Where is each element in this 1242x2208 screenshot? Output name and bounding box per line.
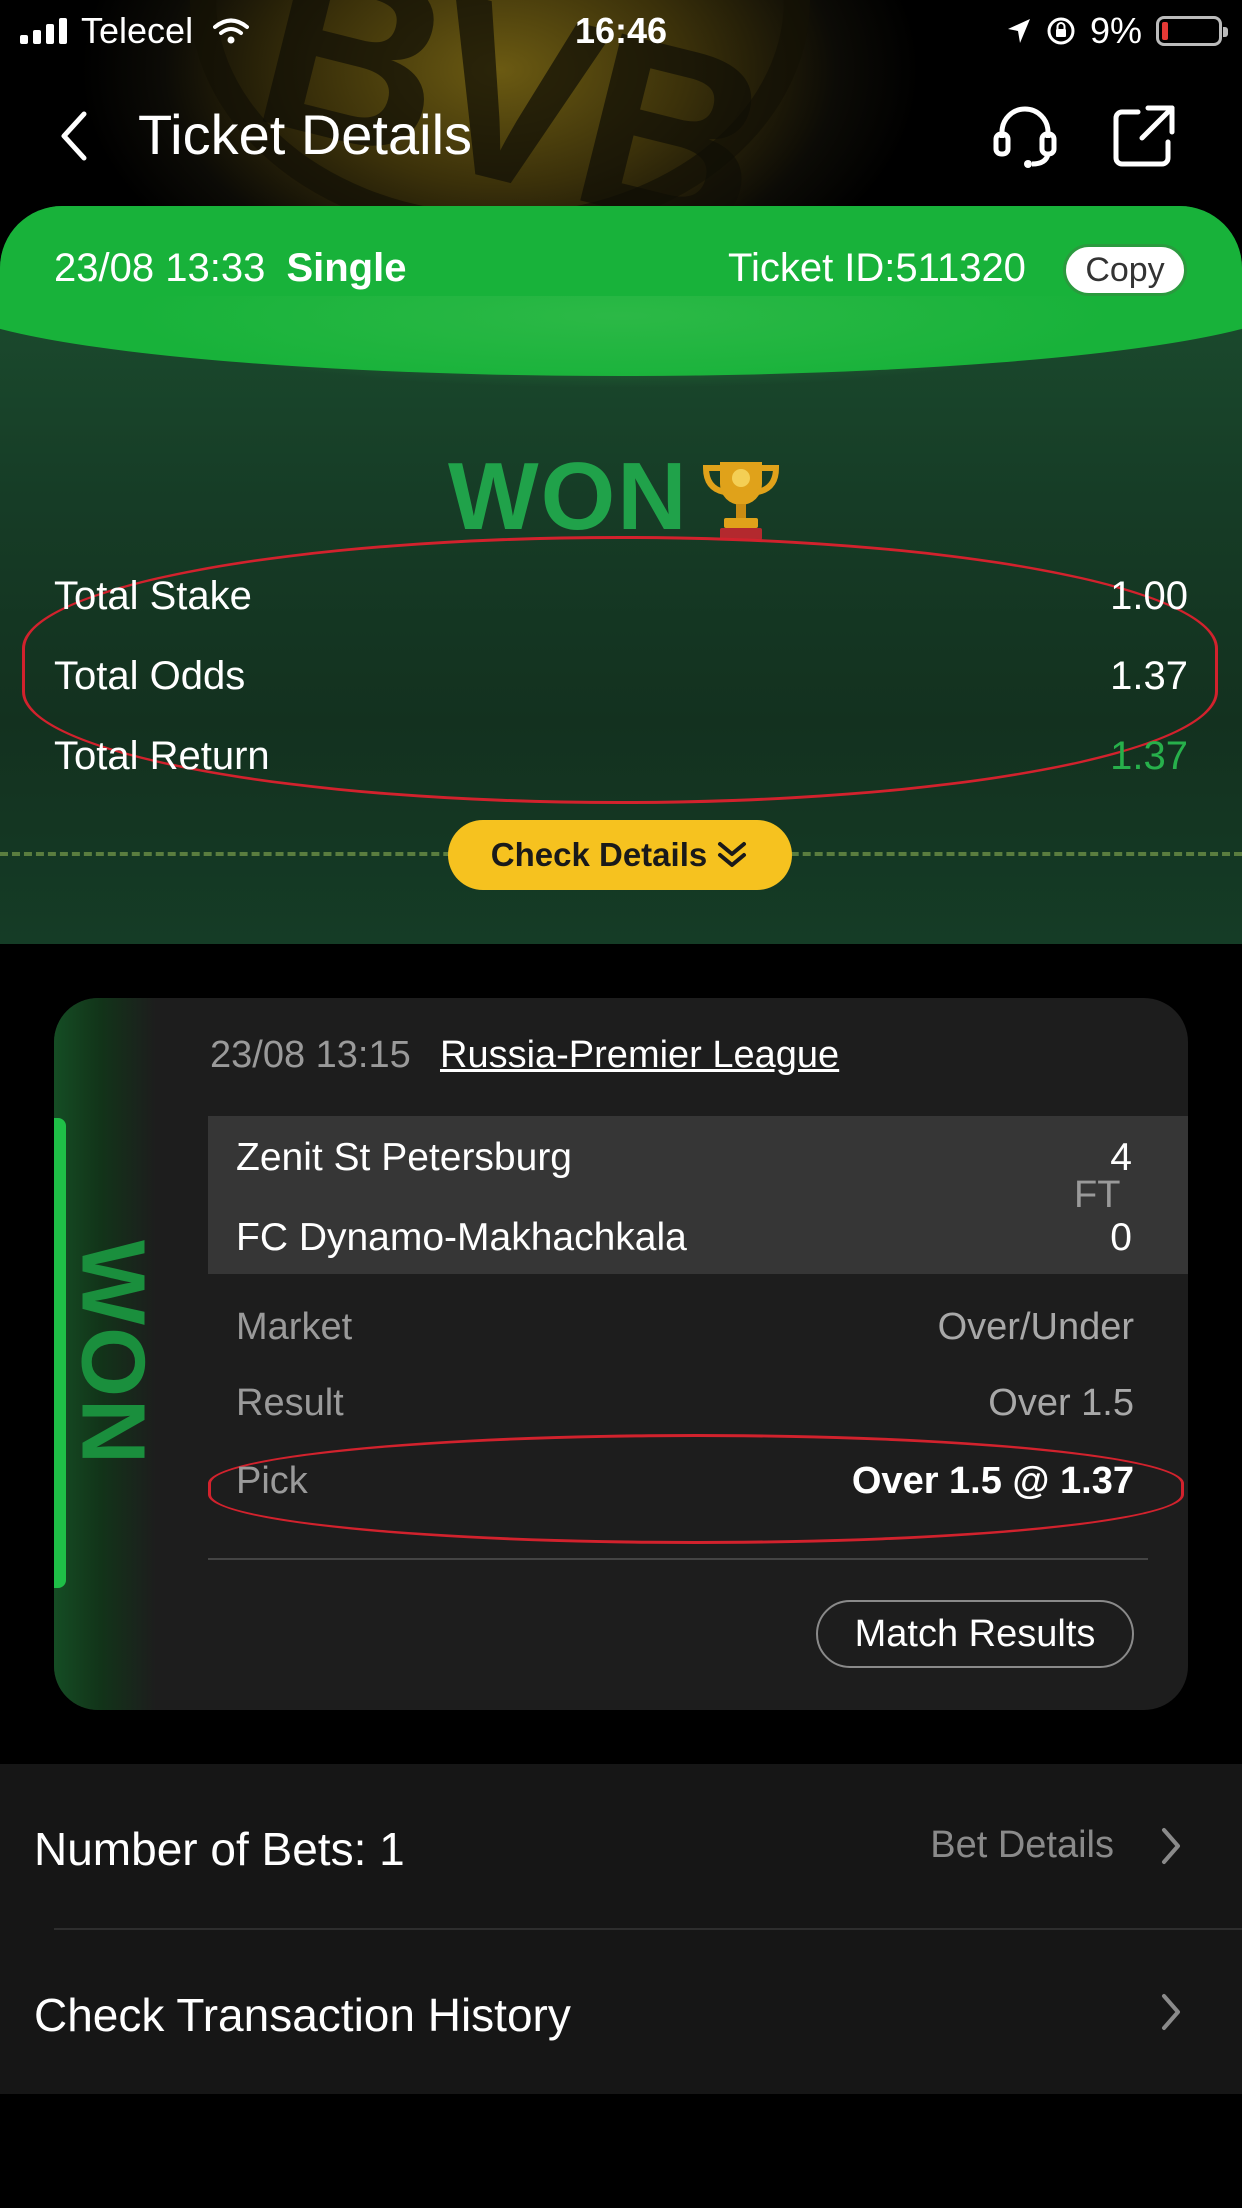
- double-chevron-down-icon: [718, 842, 747, 867]
- bet-details-link[interactable]: Bet Details: [930, 1824, 1114, 1867]
- total-odds-row: Total Odds 1.37: [54, 654, 1188, 699]
- chevron-right-icon: [1162, 1828, 1180, 1864]
- nav-bar: Ticket Details: [0, 90, 1242, 180]
- bet-status-vertical: WON: [62, 1240, 163, 1466]
- battery-percent: 9%: [1089, 10, 1142, 51]
- location-icon: [1007, 19, 1030, 43]
- transaction-history-label: Check Transaction History: [34, 1989, 571, 2041]
- check-details-label: Check Details: [490, 836, 708, 873]
- market-label: Market: [236, 1306, 353, 1348]
- check-details-button[interactable]: Check Details: [448, 820, 792, 890]
- total-stake-label: Total Stake: [54, 574, 252, 618]
- match-datetime: 23/08 13:15: [210, 1034, 411, 1076]
- ticket-type: Single: [286, 246, 407, 290]
- trophy-icon: [702, 462, 780, 540]
- home-team: Zenit St Petersburg: [236, 1136, 572, 1179]
- result-label: Result: [236, 1382, 344, 1424]
- total-stake-row: Total Stake 1.00: [54, 574, 1188, 619]
- totals-section: Total Stake 1.00 Total Odds 1.37 Total R…: [22, 536, 1218, 804]
- total-odds-value: 1.37: [1110, 654, 1188, 698]
- copy-button[interactable]: Copy: [1063, 244, 1187, 296]
- away-score: 0: [1110, 1216, 1132, 1259]
- share-icon[interactable]: [1108, 100, 1178, 170]
- total-stake-value: 1.00: [1110, 574, 1188, 618]
- number-of-bets-row[interactable]: Number of Bets: 1 Bet Details: [0, 1764, 1242, 1928]
- back-arrow-icon[interactable]: [52, 108, 102, 164]
- ticket-meta: 23/08 13:33 Single: [54, 246, 406, 291]
- transaction-history-row[interactable]: Check Transaction History: [0, 1930, 1242, 2094]
- pick-row: Pick Over 1.5 @ 1.37: [236, 1460, 1134, 1503]
- match-state: FT: [1074, 1174, 1121, 1216]
- result-row: Result Over 1.5: [236, 1382, 1134, 1425]
- total-return-value: 1.37: [1110, 734, 1188, 778]
- ticket-actions-list: Number of Bets: 1 Bet Details Check Tran…: [0, 1764, 1242, 2094]
- page-title: Ticket Details: [138, 103, 473, 166]
- ticket-datetime: 23/08 13:33: [54, 246, 266, 290]
- scoreboard: Zenit St Petersburg 4 FT FC Dynamo-Makha…: [208, 1116, 1188, 1274]
- status-bar: Telecel 16:46 9%: [0, 0, 1242, 62]
- result-value: Over 1.5: [988, 1382, 1134, 1424]
- bet-status-strip: WON: [54, 998, 163, 1710]
- support-headset-icon[interactable]: [990, 100, 1060, 170]
- total-return-label: Total Return: [54, 734, 270, 778]
- battery-icon: [1156, 16, 1228, 46]
- rotation-lock-icon: [1047, 17, 1075, 45]
- market-value: Over/Under: [937, 1306, 1134, 1348]
- ticket-summary: 23/08 13:33 Single Ticket ID:511320 Copy…: [0, 206, 1242, 944]
- away-team: FC Dynamo-Makhachkala: [236, 1216, 687, 1259]
- divider: [208, 1558, 1148, 1560]
- market-row: Market Over/Under: [236, 1306, 1134, 1349]
- ticket-id: Ticket ID:511320: [728, 246, 1026, 290]
- pick-label: Pick: [236, 1460, 308, 1502]
- total-return-row: Total Return 1.37: [54, 734, 1188, 779]
- total-odds-label: Total Odds: [54, 654, 246, 698]
- pick-value: Over 1.5 @ 1.37: [851, 1460, 1134, 1502]
- chevron-right-icon: [1162, 1994, 1180, 2030]
- league-link[interactable]: Russia-Premier League: [440, 1034, 839, 1077]
- bet-card: WON 23/08 13:15 Russia-Premier League Ze…: [54, 998, 1188, 1710]
- number-of-bets-label: Number of Bets: 1: [34, 1823, 405, 1875]
- match-results-button[interactable]: Match Results: [816, 1600, 1134, 1668]
